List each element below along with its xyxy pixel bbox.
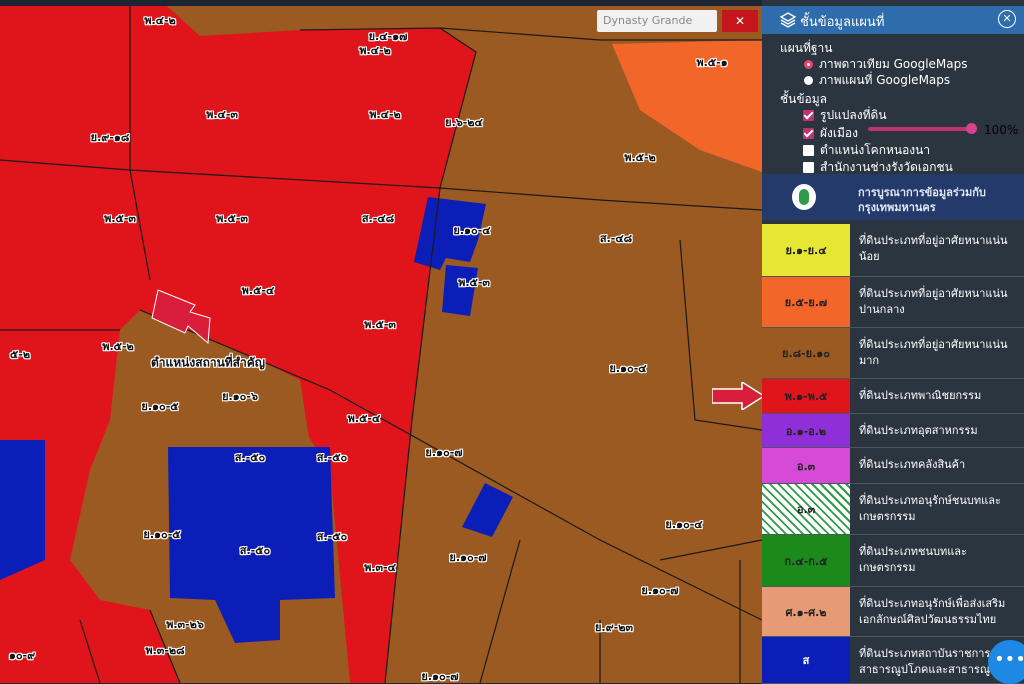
bma-integration-banner[interactable]: การบูรณาการข้อมูลร่วมกับ กรุงเทพมหานคร: [762, 174, 1024, 220]
legend-text: ที่ดินประเภทพาณิชยกรรม: [859, 389, 982, 402]
zone-commercial-west: [0, 160, 150, 330]
layer-parcel[interactable]: รูปแปลงที่ดิน: [803, 106, 887, 125]
bma-logo-icon: [792, 184, 816, 210]
checkbox-icon[interactable]: [803, 145, 814, 156]
zone-label: พ.๕-๔: [241, 284, 275, 297]
legend-swatch: ก.๔-ก.๕: [762, 535, 850, 586]
zone-label: พ.๕-๒: [624, 151, 656, 164]
zone-label: ย.๙-๒๓: [594, 621, 634, 634]
panel-title: ชั้นข้อมูลแผนที่: [800, 15, 885, 30]
zone-label: ย.๑๐-๔: [609, 362, 647, 375]
opacity-value: 100%: [984, 123, 1019, 137]
zone-label: ๕-๒: [9, 348, 31, 361]
zone-label: ย.๙-๑๘: [90, 131, 130, 144]
base-option-map[interactable]: ภาพแผนที่ GoogleMaps: [804, 71, 950, 90]
legend-text: ที่ดินประเภทที่อยู่อาศัยหนาแน่นน้อย: [859, 234, 1008, 263]
legend-row: อ.๓ ที่ดินประเภทคลังสินค้า: [762, 448, 1024, 484]
zone-label: ส.-๕๐: [239, 544, 271, 557]
legend-swatch: ย.๘-ย.๑๐: [762, 328, 850, 378]
legend-text: ที่ดินประเภทอนุรักษ์เพื่อส่งเสริมเอกลักษ…: [859, 597, 1006, 626]
zone-label: ย.๑๐-๔: [665, 518, 703, 531]
opacity-slider-handle[interactable]: [966, 123, 977, 134]
legend-swatch: ศ.๑-ศ.๒: [762, 587, 850, 636]
zone-label: พ.๔-๒: [144, 14, 176, 27]
zone-label: พ.๕-๓: [458, 276, 490, 289]
zone-label: พ.๕-๒: [102, 340, 134, 353]
layers-icon: [780, 12, 796, 28]
landmark-label: ตำแหน่งสถานที่สำคัญ: [151, 355, 265, 370]
panel-header: ชั้นข้อมูลแผนที่ ✕: [762, 6, 1024, 34]
map-canvas[interactable]: พ.๔-๒ ย.๔-๑๗ พ.๔-๒ พ.๔-๒ พ.๔-๓ ย.๖-๒๔ พ.๕-๑ ย.๙…: [0, 0, 762, 683]
clear-search-button[interactable]: ✕: [722, 10, 758, 32]
legend-row: ย.๑-ย.๔ ที่ดินประเภทที่อยู่อาศัยหนาแน่นน้…: [762, 224, 1024, 277]
zone-label: พ.๓-๔: [364, 561, 396, 574]
checkbox-checked-icon[interactable]: [803, 128, 814, 139]
zone-label: ย.๑๐-๗: [449, 551, 487, 564]
legend-swatch: ย.๕-ย.๗: [762, 277, 850, 327]
more-options-button[interactable]: •••: [988, 640, 1024, 684]
legend-row: ศ.๑-ศ.๒ ที่ดินประเภทอนุรักษ์เพื่อส่งเสริม…: [762, 587, 1024, 637]
legend-swatch: พ.๑-พ.๕: [762, 379, 850, 413]
legend-swatch: ย.๑-ย.๔: [762, 224, 850, 276]
zone-label: ย.๖-๒๔: [445, 116, 483, 129]
checkbox-checked-icon[interactable]: [803, 110, 814, 121]
zone-label: ส.-๕๐: [316, 530, 348, 543]
legend-text: ที่ดินประเภทที่อยู่อาศัยหนาแน่นมาก: [859, 338, 1008, 367]
bma-line2: กรุงเทพมหานคร: [858, 201, 936, 214]
legend-row: ย.๘-ย.๑๐ ที่ดินประเภทที่อยู่อาศัยหนาแน่นม…: [762, 328, 1024, 379]
legend-swatch: อ.๑-อ.๒: [762, 414, 850, 447]
zone-label: พ.๕-๓: [216, 212, 248, 225]
radio-selected-icon[interactable]: [804, 60, 813, 69]
zone-label: ย.๑๐-๗: [421, 670, 459, 683]
zone-label: ย.๑๐-๗: [425, 446, 463, 459]
checkbox-icon[interactable]: [803, 162, 814, 173]
search-input[interactable]: Dynasty Grande: [597, 10, 717, 32]
zone-label: ย.๑๐-๗: [641, 584, 679, 597]
legend-text: ที่ดินประเภทอุตสาหกรรม: [859, 424, 978, 437]
legend-text: ที่ดินประเภทคลังสินค้า: [859, 458, 966, 471]
zone-label: ย.๑๐-๖: [222, 390, 258, 403]
zone-label: พ.๔-๓: [206, 108, 238, 121]
legend-text: ที่ดินประเภทที่อยู่อาศัยหนาแน่นปานกลาง: [859, 287, 1008, 316]
legend-row: ย.๕-ย.๗ ที่ดินประเภทที่อยู่อาศัยหนาแน่นปา…: [762, 277, 1024, 328]
zone-label: พ.๕-๓: [364, 318, 396, 331]
zone-label: พ.๕-๓: [104, 212, 136, 225]
zone-label: ส.-๔๘: [361, 212, 395, 225]
zone-label: ส.-๕๐: [234, 451, 266, 464]
zone-label: ส.-๕๐: [316, 451, 348, 464]
zone-label: ย.๑๐-๕: [141, 400, 179, 413]
zone-label: พ.๕-๑: [696, 56, 728, 69]
legend-swatch: อ.๓: [762, 484, 850, 534]
zone-label: พ.๓-๒๖: [166, 618, 204, 631]
legend-row: ก.๔-ก.๕ ที่ดินประเภทชนบทและเกษตรกรรม: [762, 535, 1024, 587]
legend-pointer-arrow: [712, 382, 764, 410]
zone-label: ส.-๔๘: [599, 232, 633, 245]
zone-label: พ.๓-๒๘: [145, 644, 185, 657]
zone-label: พ.๕-๔: [347, 412, 381, 425]
zone-label: พ.๔-๒: [359, 44, 391, 57]
legend-row: สที่ดินประเภทสถาบันราชการ สาธารณูปโภคและ…: [762, 637, 1024, 684]
opacity-slider[interactable]: [868, 127, 972, 131]
legend-text: ที่ดินประเภทอนุรักษ์ชนบทและเกษตรกรรม: [859, 494, 1001, 523]
zone-label: ๑๐-๙: [8, 649, 36, 662]
close-icon[interactable]: ✕: [998, 10, 1016, 28]
legend-row: อ.๑-อ.๒ ที่ดินประเภทอุตสาหกรรม: [762, 414, 1024, 448]
zone-label: ย.๑๐-๔: [453, 224, 491, 237]
legend-row: อ.๓ ที่ดินประเภทอนุรักษ์ชนบทและเกษตรกรรม: [762, 484, 1024, 535]
legend-row: พ.๑-พ.๕ ที่ดินประเภทพาณิชยกรรม: [762, 379, 1024, 414]
legend-text: ที่ดินประเภทชนบทและเกษตรกรรม: [859, 545, 967, 574]
legend-swatch: อ.๓: [762, 448, 850, 483]
zone-label: พ.๔-๒: [369, 108, 401, 121]
legend-swatch: ส: [762, 637, 850, 683]
zone-institution-west: [0, 440, 45, 580]
radio-icon[interactable]: [804, 76, 813, 85]
zone-label: ย.๑๐-๕: [143, 528, 181, 541]
